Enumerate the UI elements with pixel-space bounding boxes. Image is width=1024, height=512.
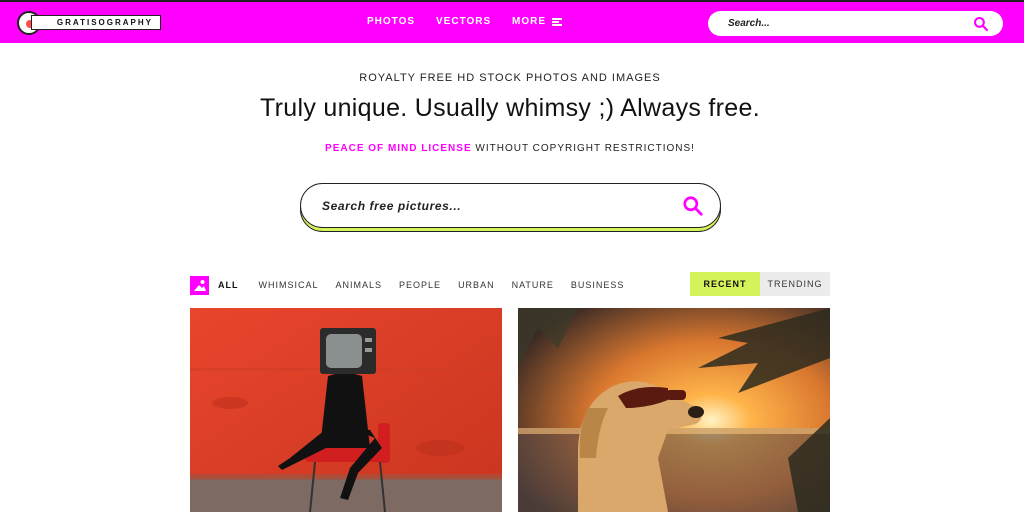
category-urban[interactable]: URBAN xyxy=(458,280,495,290)
license-line: PEACE OF MIND LICENSE WITHOUT COPYRIGHT … xyxy=(0,143,1020,154)
photo-image xyxy=(190,308,502,512)
license-link[interactable]: PEACE OF MIND LICENSE xyxy=(325,143,472,154)
category-nature[interactable]: NATURE xyxy=(512,280,554,290)
category-whimsical[interactable]: WHIMSICAL xyxy=(259,280,319,290)
license-text: WITHOUT COPYRIGHT RESTRICTIONS! xyxy=(471,143,695,154)
search-icon[interactable] xyxy=(973,16,989,32)
logo-wordmark-box: GRATISOGRAPHY xyxy=(31,15,161,30)
image-filter-icon[interactable] xyxy=(190,276,209,295)
photo-card-dog-sunglasses[interactable] xyxy=(518,308,830,512)
category-business[interactable]: BUSINESS xyxy=(571,280,625,290)
nav-vectors[interactable]: VECTORS xyxy=(436,16,491,27)
sort-trending-button[interactable]: TRENDING xyxy=(760,272,830,296)
photo-card-tv-head-person[interactable] xyxy=(190,308,502,512)
category-people[interactable]: PEOPLE xyxy=(399,280,441,290)
category-filter-list: ALL WHIMSICAL ANIMALS PEOPLE URBAN NATUR… xyxy=(218,280,641,290)
sort-recent-button[interactable]: RECENT xyxy=(690,272,760,296)
category-all[interactable]: ALL xyxy=(218,280,239,290)
category-animals[interactable]: ANIMALS xyxy=(336,280,383,290)
header-search-bar xyxy=(708,11,1003,36)
main-search-bar xyxy=(300,183,721,232)
sort-toggle: RECENT TRENDING xyxy=(690,272,830,296)
nav-more-label: MORE xyxy=(512,16,546,27)
logo-text: GRATISOGRAPHY xyxy=(56,18,153,27)
nav-more[interactable]: MORE xyxy=(512,16,562,27)
top-navigation-bar: GRATISOGRAPHY PHOTOS VECTORS MORE xyxy=(0,0,1024,43)
header-search-input[interactable] xyxy=(728,18,973,29)
hero-kicker: ROYALTY FREE HD STOCK PHOTOS AND IMAGES xyxy=(359,72,661,84)
search-icon[interactable] xyxy=(682,195,704,217)
photo-image xyxy=(518,308,830,512)
nav-photos[interactable]: PHOTOS xyxy=(367,16,415,27)
main-search-input[interactable] xyxy=(322,198,682,213)
main-search-field xyxy=(300,183,721,228)
site-logo[interactable]: GRATISOGRAPHY xyxy=(17,11,161,35)
hamburger-icon xyxy=(552,18,562,26)
page-title: Truly unique. Usually whimsy ;) Always f… xyxy=(260,94,760,122)
